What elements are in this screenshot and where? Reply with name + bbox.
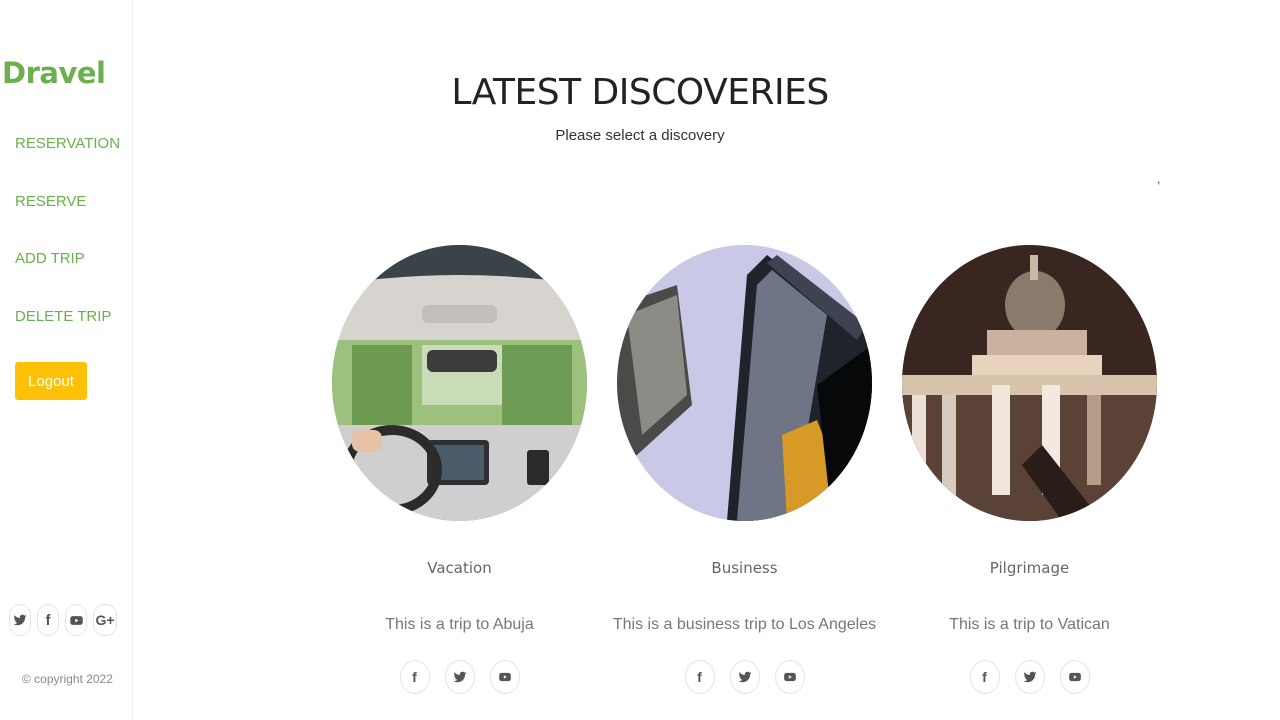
card-social-links: f — [969, 660, 1090, 694]
sidebar-nav: RESERVATION RESERVE ADD TRIP DELETE TRIP — [15, 134, 120, 364]
youtube-icon[interactable] — [65, 604, 87, 636]
discovery-card-pilgrimage[interactable]: Pilgrimage This is a trip to Vatican f — [887, 245, 1172, 694]
sidebar-social-links: f G+ — [9, 604, 117, 636]
page-subtitle: Please select a discovery — [555, 127, 725, 144]
twitter-icon[interactable] — [729, 660, 760, 694]
facebook-icon[interactable]: f — [969, 660, 1000, 694]
facebook-icon[interactable]: f — [37, 604, 59, 636]
nav-item-delete-trip[interactable]: DELETE TRIP — [15, 307, 120, 365]
facebook-icon[interactable]: f — [684, 660, 715, 694]
nav-item-add-trip[interactable]: ADD TRIP — [15, 249, 120, 307]
copyright-text: © copyright 2022 — [22, 672, 113, 686]
twitter-icon[interactable] — [9, 604, 31, 636]
discovery-card-business[interactable]: Business This is a business trip to Los … — [602, 245, 887, 694]
discovery-card-vacation[interactable]: Vacation This is a trip to Abuja f — [317, 245, 602, 694]
card-title: Vacation — [427, 559, 492, 577]
card-social-links: f — [684, 660, 805, 694]
card-description: This is a trip to Vatican — [949, 616, 1110, 633]
nav-item-reservation[interactable]: RESERVATION — [15, 134, 120, 192]
card-image-car-interior[interactable] — [332, 245, 587, 521]
google-plus-icon[interactable]: G+ — [93, 604, 117, 636]
brand-logo[interactable]: Dravel — [2, 56, 106, 90]
sidebar: Dravel RESERVATION RESERVE ADD TRIP DELE… — [0, 0, 133, 720]
main-content: LATEST DISCOVERIES Please select a disco… — [133, 0, 1280, 720]
card-image-skyscrapers[interactable] — [617, 245, 872, 521]
card-title: Pilgrimage — [989, 559, 1070, 577]
card-title: Business — [711, 559, 778, 577]
card-social-links: f — [399, 660, 520, 694]
stray-mark: , — [1157, 172, 1161, 186]
card-description: This is a trip to Abuja — [385, 616, 534, 633]
facebook-icon[interactable]: f — [399, 660, 430, 694]
card-image-cathedral[interactable] — [902, 245, 1157, 521]
logout-button[interactable]: Logout — [15, 362, 87, 400]
page-title: LATEST DISCOVERIES — [451, 72, 829, 113]
youtube-icon[interactable] — [774, 660, 805, 694]
nav-item-reserve[interactable]: RESERVE — [15, 192, 120, 250]
discovery-cards: Vacation This is a trip to Abuja f Busin… — [317, 245, 1172, 694]
app: Dravel RESERVATION RESERVE ADD TRIP DELE… — [0, 0, 1280, 720]
youtube-icon[interactable] — [489, 660, 520, 694]
youtube-icon[interactable] — [1059, 660, 1090, 694]
twitter-icon[interactable] — [444, 660, 475, 694]
card-description: This is a business trip to Los Angeles — [612, 616, 877, 633]
twitter-icon[interactable] — [1014, 660, 1045, 694]
